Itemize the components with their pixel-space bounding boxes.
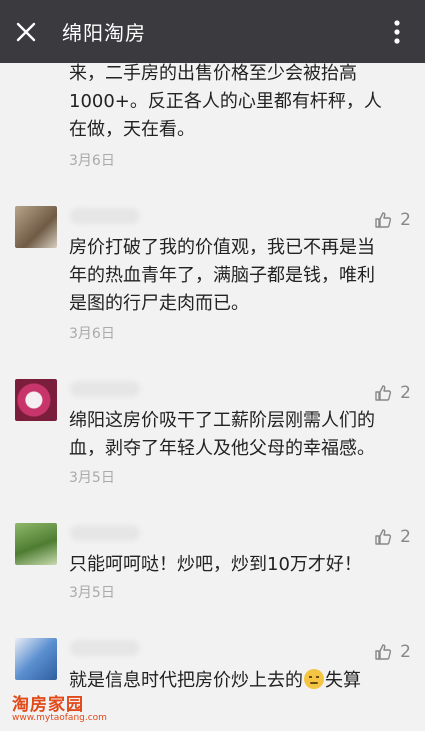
comment-text: 房价打破了我的价值观，我已不再是当 年的热血青年了，满脑子都是钱，唯利 是图的行… <box>69 234 409 318</box>
like-button[interactable]: 2 <box>374 210 411 230</box>
avatar[interactable] <box>15 206 57 248</box>
comment-line: 绵阳这房价吸干了工薪阶层刚需人们的 <box>69 410 375 431</box>
like-count: 2 <box>400 210 411 230</box>
like-button[interactable]: 2 <box>374 642 411 662</box>
comment-date: 3月5日 <box>69 585 115 601</box>
like-count: 2 <box>400 642 411 662</box>
nickname <box>70 381 140 397</box>
like-count: 2 <box>400 383 411 403</box>
thumbs-up-icon <box>375 212 392 228</box>
comment-line: 房价打破了我的价值观，我已不再是当 <box>69 237 375 258</box>
watermark-logo: 淘房家园 www.mytaofang.com <box>12 690 107 723</box>
comment-line: 1000+。反正各人的心里都有杆秤，人 <box>69 91 382 112</box>
watermark-url: www.mytaofang.com <box>12 713 107 723</box>
comment-line: 在做，天在看。 <box>69 119 195 140</box>
avatar[interactable] <box>15 638 57 680</box>
comment-line: 血，剥夺了年轻人及他父母的幸福感。 <box>69 438 375 459</box>
comment-text: 就是信息时代把房价炒上去的 失算 <box>69 667 409 695</box>
comment-text: 来，二手房的出售价格至少会被抬高 1000+。反正各人的心里都有杆秤，人 在做，… <box>69 60 409 144</box>
comment-date: 3月6日 <box>69 153 115 169</box>
watermark-brand: 淘房家园 <box>12 695 84 715</box>
thumbs-up-icon <box>375 644 392 660</box>
comment-line: 只能呵呵哒！炒吧，炒到10万才好！ <box>69 554 362 575</box>
avatar[interactable] <box>15 379 57 421</box>
like-button[interactable]: 2 <box>374 527 411 547</box>
nickname <box>70 640 140 656</box>
comment-line: 是图的行尸走肉而已。 <box>69 293 249 314</box>
nickname <box>70 208 140 224</box>
comment-line: 失算 <box>325 670 361 691</box>
comment-text: 绵阳这房价吸干了工薪阶层刚需人们的 血，剥夺了年轻人及他父母的幸福感。 <box>69 407 409 463</box>
page-title: 绵阳淘房 <box>62 21 146 45</box>
close-button[interactable] <box>0 0 52 63</box>
more-button[interactable] <box>375 0 419 63</box>
comment-text: 只能呵呵哒！炒吧，炒到10万才好！ <box>69 551 409 579</box>
nickname <box>70 525 140 541</box>
like-count: 2 <box>400 527 411 547</box>
sweat-smile-emoji-icon <box>304 669 324 689</box>
thumbs-up-icon <box>375 529 392 545</box>
close-icon <box>16 22 36 41</box>
avatar[interactable] <box>15 523 57 565</box>
comment-line: 来，二手房的出售价格至少会被抬高 <box>69 63 357 84</box>
comment-date: 3月5日 <box>69 470 115 486</box>
top-bar: 绵阳淘房 <box>0 0 425 63</box>
like-button[interactable]: 2 <box>374 383 411 403</box>
comment-line: 就是信息时代把房价炒上去的 <box>69 670 303 691</box>
comment-line: 年的热血青年了，满脑子都是钱，唯利 <box>69 265 375 286</box>
more-vertical-icon <box>394 19 400 44</box>
comment-date: 3月6日 <box>69 326 115 342</box>
thumbs-up-icon <box>375 385 392 401</box>
